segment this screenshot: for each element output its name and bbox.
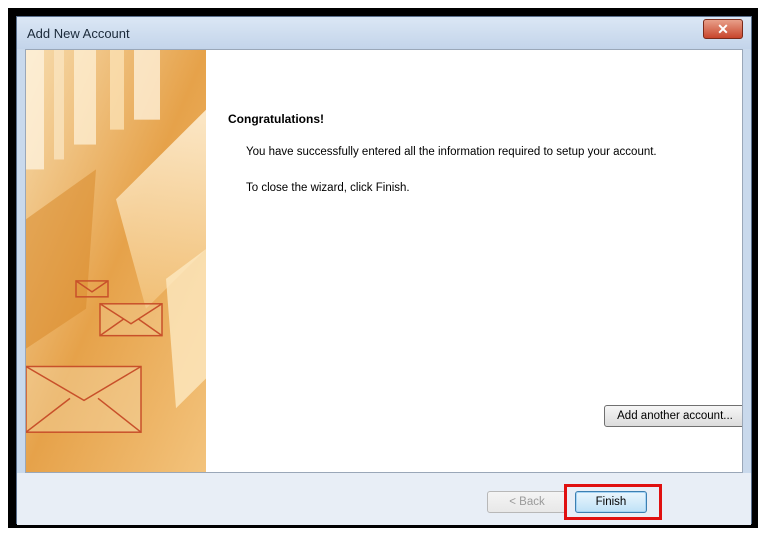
wizard-side-art xyxy=(26,50,206,472)
back-button[interactable]: < Back xyxy=(487,491,567,513)
add-new-account-dialog: Add New Account ✕ Congratulations! You h… xyxy=(16,16,752,525)
finish-highlight-annotation xyxy=(564,484,662,520)
title-bar: Add New Account ✕ xyxy=(17,17,751,49)
envelope-icon-medium xyxy=(99,303,163,337)
wizard-main-panel: Congratulations! You have successfully e… xyxy=(206,50,742,472)
success-message: You have successfully entered all the in… xyxy=(246,146,657,158)
close-wizard-message: To close the wizard, click Finish. xyxy=(246,182,410,194)
add-another-account-button[interactable]: Add another account... xyxy=(604,405,742,427)
window-title: Add New Account xyxy=(27,26,130,41)
congratulations-heading: Congratulations! xyxy=(228,112,324,126)
close-button[interactable]: ✕ xyxy=(703,19,743,39)
wizard-content: Congratulations! You have successfully e… xyxy=(25,49,743,473)
envelope-icon-large xyxy=(26,365,142,433)
